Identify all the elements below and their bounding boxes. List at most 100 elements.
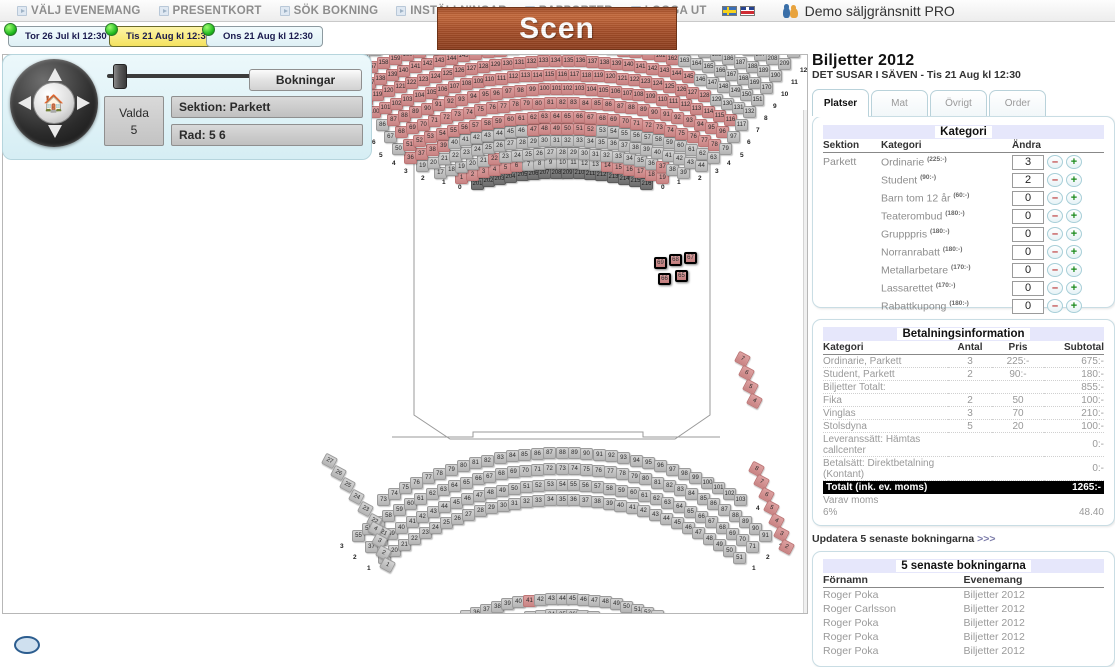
qty-increment-button[interactable]: + [1066, 299, 1082, 313]
qty-increment-button[interactable]: + [1066, 155, 1082, 169]
qty-increment-button[interactable]: + [1066, 263, 1082, 277]
booking-event: Biljetter 2012 [963, 617, 1025, 629]
seat[interactable]: 161 [413, 55, 426, 58]
qty-increment-button[interactable]: + [1066, 227, 1082, 241]
seat[interactable]: 117 [735, 119, 748, 131]
tab-platser[interactable]: Platser [812, 89, 869, 117]
menu-item-presentkort[interactable]: PRESENTKORT [150, 5, 271, 17]
qty-input[interactable]: 3 [1012, 154, 1044, 170]
arrow-down-icon[interactable] [48, 125, 62, 138]
menu-item-sok-bokning[interactable]: SÖK BOKNING [271, 5, 388, 17]
seat[interactable]: 134 [549, 55, 562, 67]
seat-number: 94 [633, 458, 640, 464]
seat[interactable]: 159 [629, 55, 642, 58]
qty-decrement-button[interactable]: – [1047, 245, 1063, 259]
tab-ovrigt[interactable]: Övrigt [930, 90, 987, 116]
qty-input[interactable]: 0 [1012, 262, 1044, 278]
seat[interactable]: 29 [597, 613, 610, 614]
seat[interactable]: 176 [369, 55, 382, 56]
update-latest-bookings-link[interactable]: Updatera 5 senaste bokningarna >>> [812, 533, 1115, 545]
seat[interactable]: 85 [518, 449, 531, 461]
qty-increment-button[interactable]: + [1066, 281, 1082, 295]
seat[interactable]: 21 [514, 613, 527, 614]
seat[interactable]: 69 [654, 257, 667, 269]
latest-booking-row[interactable]: Roger Carlsson Biljetter 2012 [823, 602, 1104, 616]
qty-decrement-button[interactable]: – [1047, 263, 1063, 277]
seat[interactable]: 63 [707, 152, 720, 164]
flag-uk-icon[interactable] [739, 5, 755, 16]
home-reset-button[interactable]: 🏠 [33, 82, 75, 124]
qty-input[interactable]: 0 [1012, 226, 1044, 242]
tab-mat[interactable]: Mat [871, 90, 928, 116]
seat[interactable]: 71 [746, 541, 759, 553]
qty-decrement-button[interactable]: – [1047, 173, 1063, 187]
qty-input[interactable]: 0 [1012, 244, 1044, 260]
seat[interactable]: 67 [684, 252, 697, 264]
qty-input[interactable]: 2 [1012, 172, 1044, 188]
seat[interactable]: 68 [669, 254, 682, 266]
qty-input[interactable]: 0 [1012, 208, 1044, 224]
qty-decrement-button[interactable]: – [1047, 209, 1063, 223]
zoom-slider-handle[interactable] [113, 64, 127, 89]
seat[interactable]: 72 [543, 463, 556, 475]
seat[interactable]: 91 [759, 530, 772, 542]
qty-increment-button[interactable]: + [1066, 173, 1082, 187]
seat[interactable]: 149 [506, 54, 519, 55]
seat[interactable]: 66 [658, 273, 671, 285]
seat[interactable]: 87 [543, 447, 556, 459]
qty-increment-button[interactable]: + [1066, 191, 1082, 205]
seat[interactable]: 146 [469, 55, 482, 60]
latest-bookings-table: Förnamn Evenemang Roger Poka Biljetter 20… [823, 574, 1104, 658]
map-navigation-pad[interactable]: 🏠 [10, 59, 98, 147]
arrow-right-icon[interactable] [77, 96, 90, 110]
qty-decrement-button[interactable]: – [1047, 281, 1063, 295]
zoom-slider[interactable] [103, 61, 268, 89]
flag-sweden-icon[interactable] [721, 5, 737, 16]
qty-input[interactable]: 0 [1012, 280, 1044, 296]
qty-input[interactable]: 0 [1012, 298, 1044, 314]
language-switcher[interactable] [721, 5, 755, 16]
seat[interactable]: 115 [543, 69, 556, 81]
latest-booking-row[interactable]: Roger Poka Biljetter 2012 [823, 616, 1104, 630]
seat[interactable]: 79 [719, 143, 732, 155]
seat[interactable]: 151 [751, 94, 764, 106]
qty-decrement-button[interactable]: – [1047, 191, 1063, 205]
seat[interactable]: 148 [494, 55, 507, 57]
seat[interactable]: 2 [777, 538, 796, 556]
latest-booking-row[interactable]: Roger Poka Biljetter 2012 [823, 644, 1104, 658]
seat[interactable]: 103 [734, 494, 747, 506]
tab-order[interactable]: Order [989, 90, 1046, 116]
date-tab-0[interactable]: Tor 26 Jul kl 12:30 [4, 23, 117, 47]
seat-number: 106 [437, 87, 448, 93]
qty-decrement-button[interactable]: – [1047, 299, 1063, 313]
qty-increment-button[interactable]: + [1066, 245, 1082, 259]
seat[interactable]: 97 [727, 131, 740, 143]
seat[interactable]: 209 [778, 58, 791, 70]
latest-booking-row[interactable]: Roger Poka Biljetter 2012 [823, 588, 1104, 603]
seat[interactable]: 170 [760, 82, 773, 94]
seat[interactable]: 162 [425, 54, 438, 55]
seat-number: 48 [541, 126, 548, 132]
qty-input[interactable]: 0 [1012, 190, 1044, 206]
seat[interactable]: 53 [651, 610, 664, 613]
date-tab-2[interactable]: Ons 21 Aug kl 12:30 [202, 23, 323, 47]
seat[interactable]: 51 [733, 552, 746, 564]
seat-number: 187 [735, 60, 746, 66]
map-vertical-scrollbar[interactable] [803, 110, 807, 613]
seat[interactable]: 93 [617, 452, 630, 464]
bookings-button[interactable]: Bokningar [249, 69, 362, 91]
qty-decrement-button[interactable]: – [1047, 227, 1063, 241]
seat[interactable]: 228 [787, 55, 800, 58]
menu-item-valj-evenemang[interactable]: VÄLJ EVENEMANG [8, 5, 150, 17]
latest-booking-row[interactable]: Roger Poka Biljetter 2012 [823, 630, 1104, 644]
arrow-up-icon[interactable] [48, 68, 62, 81]
seat[interactable]: 132 [743, 106, 756, 118]
seat[interactable]: 82 [481, 455, 494, 467]
seat[interactable]: 65 [675, 270, 688, 282]
qty-increment-button[interactable]: + [1066, 209, 1082, 223]
seat[interactable]: 90 [580, 448, 593, 460]
seat[interactable]: 190 [769, 70, 782, 82]
arrow-left-icon[interactable] [18, 96, 31, 110]
seat[interactable]: 4 [745, 392, 764, 410]
qty-decrement-button[interactable]: – [1047, 155, 1063, 169]
